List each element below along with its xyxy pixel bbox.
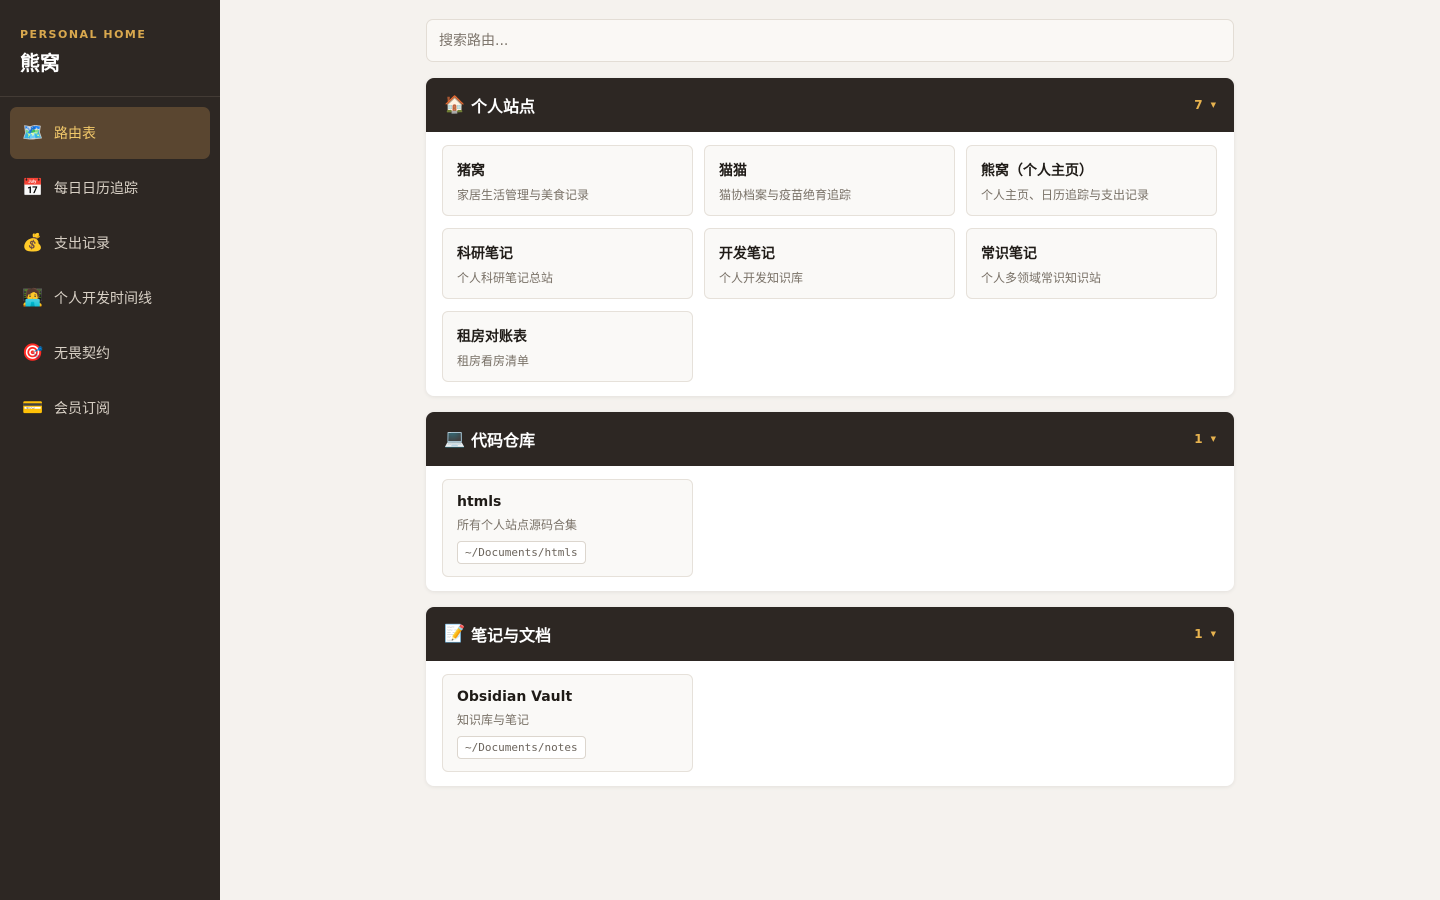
card-description: 知识库与笔记 — [457, 713, 530, 727]
credit-card-icon: 💳 — [22, 398, 44, 418]
card-description: 家居生活管理与美食记录 — [457, 188, 590, 202]
sidebar-item-dev-timeline[interactable]: 🧑‍💻 个人开发时间线 — [10, 272, 210, 324]
card-path: ~/Documents/notes — [457, 736, 586, 759]
sidebar-item-label: 每日日历追踪 — [54, 181, 138, 197]
caret-down-icon[interactable]: ▼ — [1211, 630, 1216, 638]
money-bag-icon: 💰 — [22, 233, 44, 253]
route-card[interactable]: 常识笔记 个人多领域常识知识站 — [966, 228, 1217, 299]
section-count: 1 — [1194, 432, 1203, 446]
card-description: 所有个人站点源码合集 — [457, 518, 578, 532]
caret-down-icon[interactable]: ▼ — [1211, 435, 1216, 443]
sidebar-item-label: 无畏契约 — [54, 346, 110, 362]
sidebar-nav: 🗺️ 路由表 📅 每日日历追踪 💰 支出记录 🧑‍💻 个人开发时间线 🎯 无畏契… — [0, 97, 220, 447]
card-title: 租房对账表 — [457, 329, 527, 345]
card-description: 租房看房清单 — [457, 354, 530, 368]
section-title: 笔记与文档 — [471, 626, 552, 645]
target-icon: 🎯 — [22, 343, 44, 363]
card-title: 熊窝（个人主页） — [981, 163, 1093, 179]
section-notes-docs: 📝 笔记与文档 1 ▼ Obsidian Vault 知识库与笔记 ~/Docu… — [426, 607, 1234, 786]
card-title: 猪窝 — [457, 163, 485, 179]
sidebar-item-valorant[interactable]: 🎯 无畏契约 — [10, 327, 210, 379]
sidebar-item-subscriptions[interactable]: 💳 会员订阅 — [10, 382, 210, 434]
card-title: 开发笔记 — [719, 246, 775, 262]
card-title: htmls — [457, 494, 502, 510]
section-code-repos: 💻 代码仓库 1 ▼ htmls 所有个人站点源码合集 ~/Documents/… — [426, 412, 1234, 591]
memo-icon: 📝 — [444, 624, 466, 644]
route-card[interactable]: 猪窝 家居生活管理与美食记录 — [442, 145, 693, 216]
route-card[interactable]: 租房对账表 租房看房清单 — [442, 311, 693, 382]
section-count: 7 — [1194, 98, 1203, 112]
section-title: 代码仓库 — [471, 431, 536, 450]
calendar-icon: 📅 — [22, 178, 44, 198]
card-grid: Obsidian Vault 知识库与笔记 ~/Documents/notes — [426, 661, 1234, 786]
route-card[interactable]: 猫猫 猫协档案与疫苗绝育追踪 — [704, 145, 955, 216]
sidebar: PERSONAL HOME 熊窝 🗺️ 路由表 📅 每日日历追踪 💰 支出记录 … — [0, 0, 220, 900]
brand-title: 熊窝 — [20, 51, 60, 75]
card-description: 个人多领域常识知识站 — [981, 271, 1102, 285]
sidebar-item-label: 路由表 — [54, 126, 96, 142]
section-title: 个人站点 — [471, 97, 536, 116]
section-header[interactable]: 💻 代码仓库 1 ▼ — [426, 412, 1234, 466]
card-title: 科研笔记 — [457, 246, 513, 262]
developer-icon: 🧑‍💻 — [22, 288, 44, 308]
sidebar-item-label: 支出记录 — [54, 236, 110, 252]
card-description: 个人开发知识库 — [719, 271, 804, 285]
section-header[interactable]: 🏠 个人站点 7 ▼ — [426, 78, 1234, 132]
route-card[interactable]: htmls 所有个人站点源码合集 ~/Documents/htmls — [442, 479, 693, 577]
brand: PERSONAL HOME 熊窝 — [0, 0, 220, 97]
route-card[interactable]: 熊窝（个人主页） 个人主页、日历追踪与支出记录 — [966, 145, 1217, 216]
sidebar-item-label: 个人开发时间线 — [54, 291, 152, 307]
route-card[interactable]: 开发笔记 个人开发知识库 — [704, 228, 955, 299]
sidebar-item-calendar[interactable]: 📅 每日日历追踪 — [10, 162, 210, 214]
laptop-icon: 💻 — [444, 429, 466, 449]
caret-down-icon[interactable]: ▼ — [1211, 101, 1216, 109]
card-description: 猫协档案与疫苗绝育追踪 — [719, 188, 852, 202]
card-title: 常识笔记 — [981, 246, 1037, 262]
brand-subtitle: PERSONAL HOME — [20, 28, 147, 41]
card-description: 个人科研笔记总站 — [457, 271, 554, 285]
card-title: Obsidian Vault — [457, 689, 573, 705]
section-count: 1 — [1194, 627, 1203, 641]
card-grid: htmls 所有个人站点源码合集 ~/Documents/htmls — [426, 466, 1234, 591]
sidebar-item-label: 会员订阅 — [54, 401, 110, 417]
route-card[interactable]: 科研笔记 个人科研笔记总站 — [442, 228, 693, 299]
section-header[interactable]: 📝 笔记与文档 1 ▼ — [426, 607, 1234, 661]
main-content: 🏠 个人站点 7 ▼ 猪窝 家居生活管理与美食记录 猫猫 猫协档案与疫苗绝育追踪… — [220, 0, 1440, 900]
map-icon: 🗺️ — [22, 123, 44, 143]
search-input[interactable] — [426, 19, 1234, 62]
card-path: ~/Documents/htmls — [457, 541, 586, 564]
section-personal-sites: 🏠 个人站点 7 ▼ 猪窝 家居生活管理与美食记录 猫猫 猫协档案与疫苗绝育追踪… — [426, 78, 1234, 396]
card-grid: 猪窝 家居生活管理与美食记录 猫猫 猫协档案与疫苗绝育追踪 熊窝（个人主页） 个… — [426, 132, 1234, 396]
card-title: 猫猫 — [719, 163, 747, 179]
content-column: 🏠 个人站点 7 ▼ 猪窝 家居生活管理与美食记录 猫猫 猫协档案与疫苗绝育追踪… — [426, 19, 1234, 786]
card-description: 个人主页、日历追踪与支出记录 — [981, 188, 1150, 202]
sidebar-item-expenses[interactable]: 💰 支出记录 — [10, 217, 210, 269]
house-icon: 🏠 — [444, 95, 466, 115]
sidebar-item-routes[interactable]: 🗺️ 路由表 — [10, 107, 210, 159]
route-card[interactable]: Obsidian Vault 知识库与笔记 ~/Documents/notes — [442, 674, 693, 772]
